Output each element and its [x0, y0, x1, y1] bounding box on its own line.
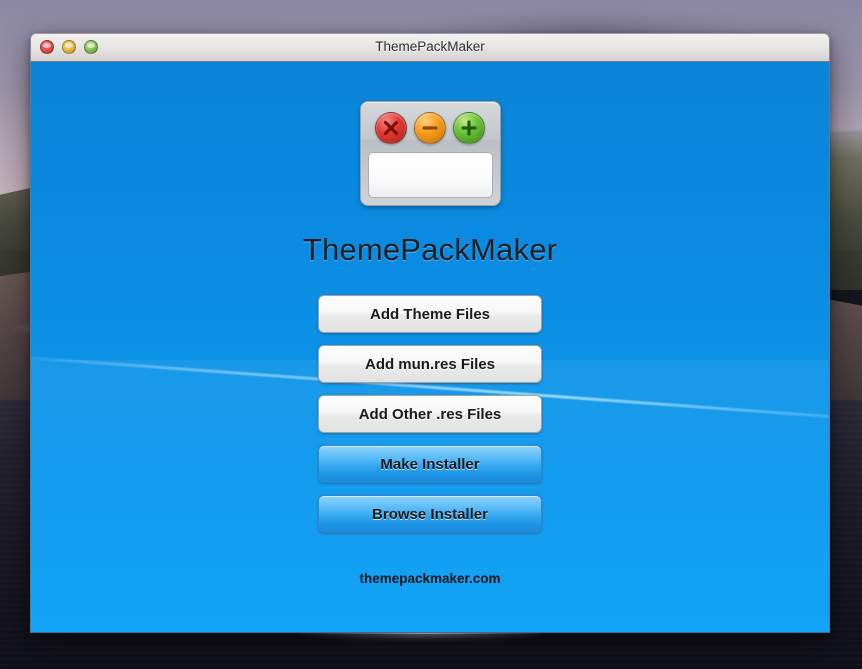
- window-titlebar[interactable]: ThemePackMaker: [30, 33, 830, 62]
- themepackmaker-window: ThemePackMaker: [30, 33, 830, 634]
- website-link[interactable]: themepackmaker.com: [359, 571, 500, 586]
- app-icon-button-row: [368, 109, 493, 147]
- window-title: ThemePackMaker: [31, 39, 829, 54]
- make-installer-button[interactable]: Make Installer: [318, 445, 542, 483]
- desktop: ThemePackMaker: [0, 0, 862, 669]
- add-other-res-files-button[interactable]: Add Other .res Files: [318, 395, 542, 433]
- icon-close-dot: [375, 112, 407, 144]
- browse-installer-button[interactable]: Browse Installer: [318, 495, 542, 533]
- app-icon-content-area: [368, 152, 493, 198]
- icon-minimize-dot: [414, 112, 446, 144]
- window-body: ThemePackMaker Add Theme Files Add mun.r…: [30, 62, 830, 633]
- action-button-list: Add Theme Files Add mun.res Files Add Ot…: [318, 295, 542, 533]
- themepackmaker-app-icon: [360, 101, 501, 206]
- add-theme-files-button[interactable]: Add Theme Files: [318, 295, 542, 333]
- add-mun-res-files-button[interactable]: Add mun.res Files: [318, 345, 542, 383]
- app-title: ThemePackMaker: [303, 232, 557, 268]
- icon-maximize-dot: [453, 112, 485, 144]
